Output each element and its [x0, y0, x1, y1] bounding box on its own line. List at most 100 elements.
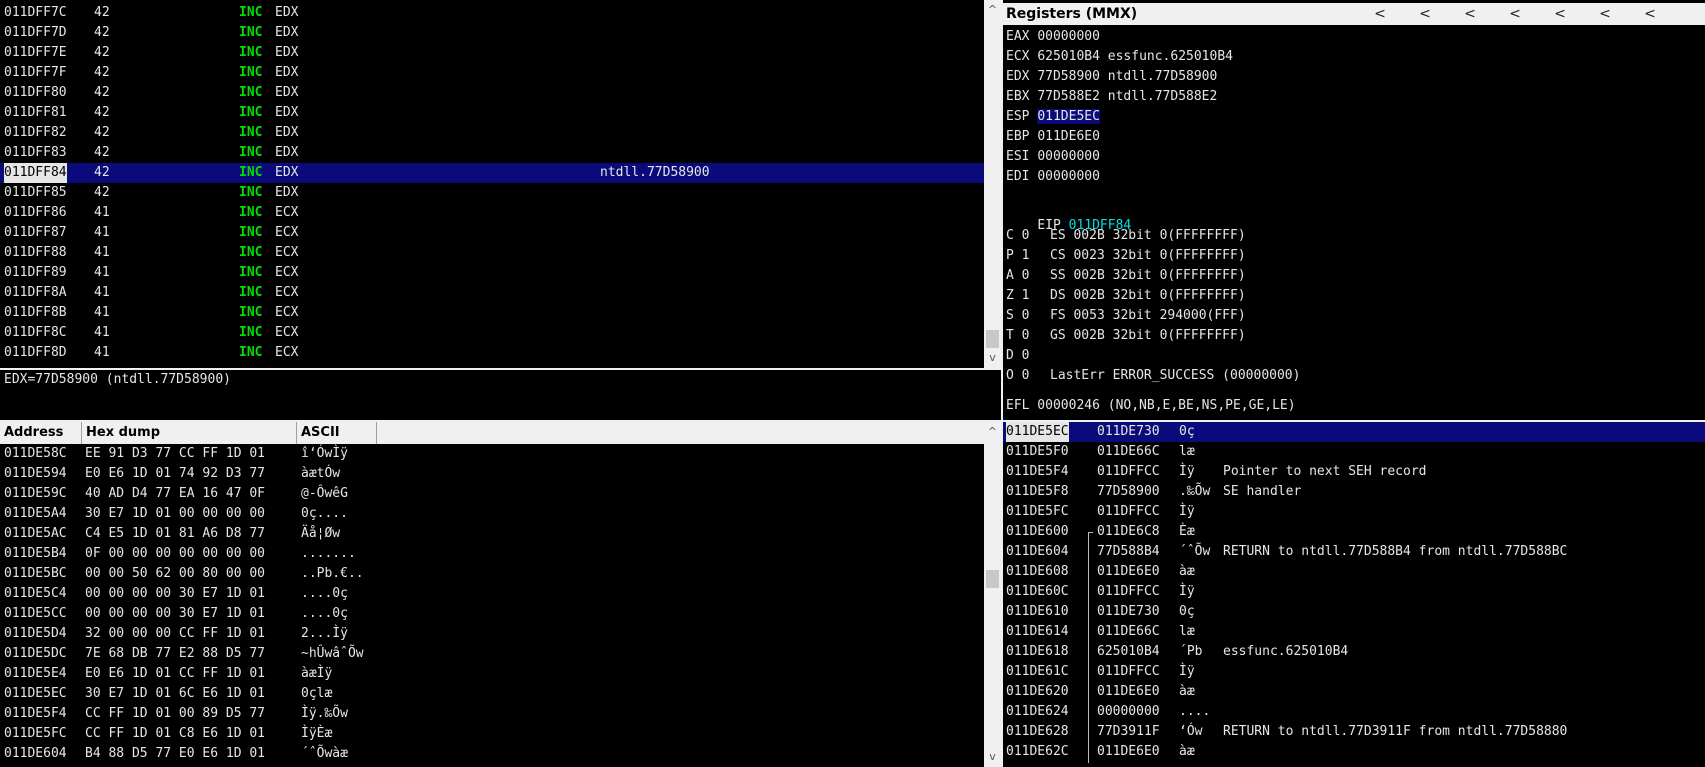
dump-hex[interactable]: 00 00 00 00 30 E7 1D 01 — [85, 604, 265, 624]
dump-row[interactable]: 011DE5DC 7E 68 DB 77 E2 88 D5 77 ~hÛwâˆÕw — [0, 644, 984, 664]
dump-hex[interactable]: CC FF 1D 01 C8 E6 1D 01 — [85, 724, 265, 744]
stack-address[interactable]: 011DE60C — [1006, 582, 1069, 602]
dump-hex[interactable]: 0F 00 00 00 00 00 00 00 — [85, 544, 265, 564]
flag-value[interactable]: O 0 — [1006, 368, 1029, 383]
disasm-row[interactable]: 011DFF8C 41 INC ECX — [0, 323, 984, 343]
dump-hex[interactable]: E0 E6 1D 01 CC FF 1D 01 — [85, 664, 265, 684]
stack-pane[interactable]: 011DE5EC 011DE730 0ç 011DE5F0 011DE66C læ 011D… — [1003, 422, 1705, 767]
register-ebp[interactable]: EBP 011DE6E0 — [1006, 127, 1108, 147]
stack-row[interactable]: 011DE628 77D3911F ‘Ów RETURN to ntdll.77D39… — [1003, 722, 1705, 742]
disasm-address[interactable]: 011DFF8D — [4, 343, 67, 363]
flag-row[interactable]: D 0 — [1006, 346, 1029, 366]
disasm-address[interactable]: 011DFF8A — [4, 283, 67, 303]
disasm-address[interactable]: 011DFF7E — [4, 43, 67, 63]
scrollbar-thumb[interactable] — [986, 330, 999, 348]
disasm-address[interactable]: 011DFF87 — [4, 223, 67, 243]
flag-value[interactable]: Z 1 — [1006, 288, 1029, 303]
stack-address[interactable]: 011DE5F8 — [1006, 482, 1069, 502]
disasm-address[interactable]: 011DFF85 — [4, 183, 67, 203]
stack-value[interactable]: 625010B4 — [1097, 642, 1160, 662]
dump-row[interactable]: 011DE59C 40 AD D4 77 EA 16 47 0F @-ÔwêG — [0, 484, 984, 504]
stack-row[interactable]: 011DE620 011DE6E0 àæ — [1003, 682, 1705, 702]
stack-value[interactable]: 011DE6E0 — [1097, 682, 1160, 702]
register-value[interactable]: 00000000 — [1037, 29, 1100, 44]
register-value[interactable]: 011DE6E0 — [1037, 129, 1100, 144]
dump-address[interactable]: 011DE5A4 — [4, 504, 67, 524]
dump-ascii[interactable]: ´ˆÕwàæ — [301, 744, 348, 764]
dump-row[interactable]: 011DE5F4 CC FF 1D 01 00 89 D5 77 Ìÿ.‰Õw — [0, 704, 984, 724]
dump-row[interactable]: 011DE604 B4 88 D5 77 E0 E6 1D 01 ´ˆÕwàæ — [0, 744, 984, 764]
register-efl[interactable]: EFL 00000246 (NO,NB,E,BE,NS,PE,GE,LE) — [1006, 396, 1296, 416]
registers-header[interactable]: Registers (MMX) < < < < < < < — [1003, 3, 1705, 25]
stack-address[interactable]: 011DE604 — [1006, 542, 1069, 562]
dump-address[interactable]: 011DE59C — [4, 484, 67, 504]
register-edi[interactable]: EDI 00000000 — [1006, 167, 1108, 187]
stack-address[interactable]: 011DE5F0 — [1006, 442, 1069, 462]
disasm-address[interactable]: 011DFF7C — [4, 3, 67, 23]
chevron-left-icon[interactable]: < — [1415, 3, 1435, 25]
dump-row[interactable]: 011DE5BC 00 00 50 62 00 80 00 00 ..Pb.€.. — [0, 564, 984, 584]
register-value[interactable]: 00000000 — [1037, 169, 1100, 184]
stack-row[interactable]: 011DE5FC 011DFFCC Ìÿ — [1003, 502, 1705, 522]
dump-hex[interactable]: 7E 68 DB 77 E2 88 D5 77 — [85, 644, 265, 664]
dump-address[interactable]: 011DE5E4 — [4, 664, 67, 684]
dump-address[interactable]: 011DE5F4 — [4, 704, 67, 724]
stack-address[interactable]: 011DE610 — [1006, 602, 1069, 622]
dump-ascii[interactable]: 0çlæ — [301, 684, 332, 704]
disasm-row[interactable]: 011DFF88 41 INC ECX — [0, 243, 984, 263]
stack-row[interactable]: 011DE610 011DE730 0ç — [1003, 602, 1705, 622]
register-eax[interactable]: EAX 00000000 — [1006, 27, 1108, 47]
stack-address[interactable]: 011DE614 — [1006, 622, 1069, 642]
dump-ascii[interactable]: ....0ç — [301, 584, 348, 604]
stack-value[interactable]: 011DFFCC — [1097, 502, 1160, 522]
stack-value[interactable]: 011DE6E0 — [1097, 562, 1160, 582]
stack-value[interactable]: 77D3911F — [1097, 722, 1160, 742]
register-esi[interactable]: ESI 00000000 — [1006, 147, 1108, 167]
stack-row[interactable]: 011DE618 625010B4 ´Pb essfunc.625010B4 — [1003, 642, 1705, 662]
stack-address[interactable]: 011DE620 — [1006, 682, 1069, 702]
register-esp[interactable]: ESP 011DE5EC — [1006, 107, 1108, 127]
disasm-address[interactable]: 011DFF7F — [4, 63, 67, 83]
dump-row[interactable]: 011DE5CC 00 00 00 00 30 E7 1D 01 ....0ç — [0, 604, 984, 624]
flag-value[interactable]: P 1 — [1006, 248, 1029, 263]
dump-address[interactable]: 011DE5B4 — [4, 544, 67, 564]
chevron-left-icon[interactable]: < — [1550, 3, 1570, 25]
disasm-row[interactable]: 011DFF7C 42 INC EDX — [0, 3, 984, 23]
flag-value[interactable]: A 0 — [1006, 268, 1029, 283]
dump-ascii[interactable]: àætÓw — [301, 464, 340, 484]
stack-value[interactable]: 011DE730 — [1097, 602, 1160, 622]
dump-row[interactable]: 011DE5AC C4 E5 1D 01 81 A6 D8 77 Äå¦Øw — [0, 524, 984, 544]
disasm-row[interactable]: 011DFF81 42 INC EDX — [0, 103, 984, 123]
dump-row[interactable]: 011DE5FC CC FF 1D 01 C8 E6 1D 01 ÌÿÈæ — [0, 724, 984, 744]
stack-value[interactable]: 011DFFCC — [1097, 662, 1160, 682]
dump-address[interactable]: 011DE5FC — [4, 724, 67, 744]
dump-row[interactable]: 011DE594 E0 E6 1D 01 74 92 D3 77 àætÓw — [0, 464, 984, 484]
disasm-address[interactable]: 011DFF88 — [4, 243, 67, 263]
dump-ascii[interactable]: 0ç.... — [301, 504, 348, 524]
dump-ascii[interactable]: ....0ç — [301, 604, 348, 624]
stack-value[interactable]: 77D588B4 — [1097, 542, 1160, 562]
stack-address[interactable]: 011DE618 — [1006, 642, 1069, 662]
stack-value[interactable]: 011DE66C — [1097, 622, 1160, 642]
flag-value[interactable]: D 0 — [1006, 348, 1029, 363]
dump-address[interactable]: 011DE594 — [4, 464, 67, 484]
disasm-address[interactable]: 011DFF86 — [4, 203, 67, 223]
dump-hex[interactable]: B4 88 D5 77 E0 E6 1D 01 — [85, 744, 265, 764]
dump-address[interactable]: 011DE5D4 — [4, 624, 67, 644]
dump-scrollbar[interactable]: ^ v — [984, 422, 1001, 767]
stack-address[interactable]: 011DE624 — [1006, 702, 1069, 722]
register-value[interactable]: 011DE5EC — [1037, 109, 1100, 124]
disasm-address[interactable]: 011DFF8B — [4, 303, 67, 323]
register-ecx[interactable]: ECX 625010B4 essfunc.625010B4 — [1006, 47, 1233, 67]
stack-value[interactable]: 00000000 — [1097, 702, 1160, 722]
stack-row[interactable]: 011DE5F0 011DE66C læ — [1003, 442, 1705, 462]
dump-hex[interactable]: C4 E5 1D 01 81 A6 D8 77 — [85, 524, 265, 544]
dump-pane[interactable]: Address Hex dump ASCII 011DE58C EE 91 D3 … — [0, 422, 1001, 767]
dump-address[interactable]: 011DE5C4 — [4, 584, 67, 604]
disassembly-list[interactable]: 011DFF7C 42 INC EDX 011DFF7D 42 INC EDX 011DFF7E… — [0, 3, 984, 365]
dump-hex[interactable]: EE 91 D3 77 CC FF 1D 01 — [85, 444, 265, 464]
disasm-address[interactable]: 011DFF84 — [4, 163, 67, 183]
disasm-row[interactable]: 011DFF84 42 INC EDX ntdll.77D58900 — [0, 163, 984, 183]
stack-address[interactable]: 011DE5EC — [1006, 422, 1069, 442]
stack-address[interactable]: 011DE600 — [1006, 522, 1069, 542]
